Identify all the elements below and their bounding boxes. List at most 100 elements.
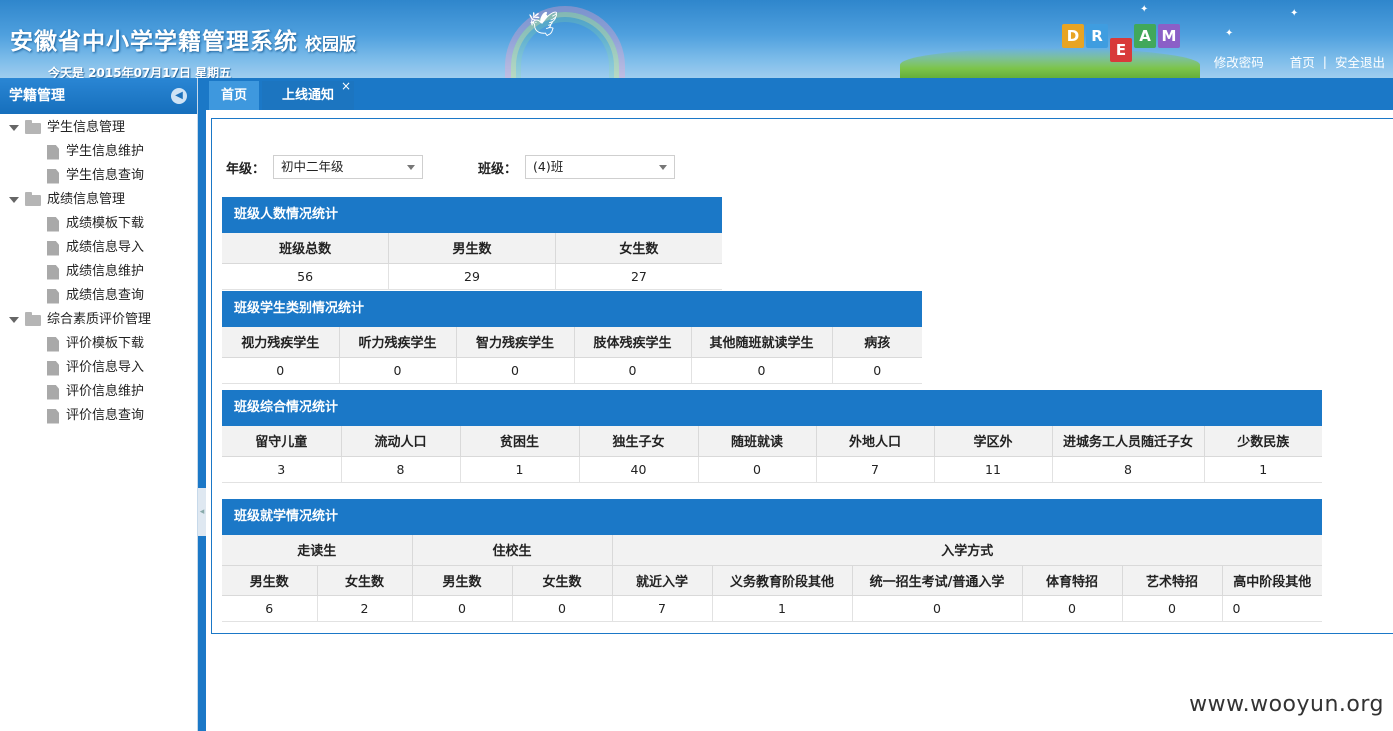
table-cell: 0 — [1122, 595, 1223, 622]
expand-triangle-icon[interactable] — [9, 317, 19, 323]
close-icon[interactable]: × — [341, 72, 351, 101]
table-header: 艺术特招 — [1122, 565, 1223, 596]
sidebar: 学籍管理 ◀ 学生信息管理 学生信息维护 学生信息查询 成绩信息管理 成绩模板下… — [0, 78, 198, 731]
table-header: 听力残疾学生 — [339, 327, 457, 358]
document-icon — [47, 240, 59, 256]
dove-icon: 🕊 — [528, 10, 559, 38]
tree-item-label: 成绩信息维护 — [66, 264, 145, 279]
overall-stats-section: 班级综合情况统计 留守儿童 流动人口 贫困生 独生子女 随班就读 外地人口 学区… — [222, 390, 1322, 483]
tab-label: 上线通知 — [281, 88, 334, 103]
table-cell: 0 — [456, 357, 575, 384]
table-row: 6 2 0 0 7 1 0 0 0 0 — [222, 595, 1323, 622]
expand-triangle-icon[interactable] — [9, 197, 19, 203]
collapse-left-icon[interactable]: ◀ — [171, 88, 187, 104]
tab-online-notice[interactable]: 上线通知 × — [262, 79, 354, 110]
tree-group-score-info[interactable]: 成绩信息管理 — [0, 188, 197, 212]
table-cell: 27 — [555, 263, 722, 290]
tree-item-score-import[interactable]: 成绩信息导入 — [0, 236, 197, 260]
document-icon — [47, 264, 59, 280]
table-cell: 8 — [1052, 456, 1205, 483]
tree-item-score-query[interactable]: 成绩信息查询 — [0, 284, 197, 308]
tree-item-label: 成绩模板下载 — [66, 216, 145, 231]
student-category-section: 班级学生类别情况统计 视力残疾学生 听力残疾学生 智力残疾学生 肢体残疾学生 其… — [222, 291, 922, 384]
filter-bar: 年级： 初中二年级 班级： (4)班 — [226, 155, 676, 179]
tree-item-label: 学生信息维护 — [66, 144, 145, 159]
table-cell: 0 — [222, 357, 340, 384]
table-cell: 7 — [816, 456, 935, 483]
tab-home[interactable]: 首页 — [209, 81, 259, 110]
table-cell: 7 — [612, 595, 713, 622]
document-icon — [47, 216, 59, 232]
table-cell: 56 — [222, 263, 390, 290]
dream-blocks: D R E A M — [1062, 24, 1180, 62]
table-cell: 0 — [574, 357, 692, 384]
table-group-header: 入学方式 — [612, 535, 1323, 566]
logout-link[interactable]: 安全退出 — [1335, 52, 1385, 71]
tree-item-eval-query[interactable]: 评价信息查询 — [0, 404, 197, 428]
tree-group-student-info[interactable]: 学生信息管理 — [0, 116, 197, 140]
table-cell: 0 — [339, 357, 457, 384]
table-header: 肢体残疾学生 — [574, 327, 692, 358]
splitter-grip-icon[interactable]: ◂ — [198, 488, 206, 536]
table-cell: 0 — [412, 595, 513, 622]
dream-letter: E — [1110, 38, 1132, 62]
change-password-link[interactable]: 修改密码 — [1214, 52, 1264, 71]
section-title: 班级就学情况统计 — [222, 499, 1322, 535]
tree-item-student-maintain[interactable]: 学生信息维护 — [0, 140, 197, 164]
table-cell: 0 — [698, 456, 817, 483]
table-header: 就近入学 — [612, 565, 713, 596]
tree-item-label: 评价信息导入 — [66, 360, 145, 375]
grade-label: 年级： — [226, 161, 266, 177]
table-header: 流动人口 — [341, 426, 461, 457]
tree-group-evaluation[interactable]: 综合素质评价管理 — [0, 308, 197, 332]
tree-group-label: 综合素质评价管理 — [47, 312, 152, 327]
app-title: 安徽省中小学学籍管理系统 — [10, 29, 298, 55]
sidebar-header: 学籍管理 ◀ — [0, 78, 197, 114]
tree-item-score-template[interactable]: 成绩模板下载 — [0, 212, 197, 236]
table-header: 高中阶段其他 — [1222, 565, 1323, 596]
sidebar-splitter[interactable]: ◂ — [198, 78, 206, 731]
tree-item-eval-template[interactable]: 评价模板下载 — [0, 332, 197, 356]
link-separator: | — [1322, 54, 1327, 69]
table-header: 学区外 — [934, 426, 1053, 457]
table-cell: 40 — [579, 456, 699, 483]
top-links: 修改密码 首页 | 安全退出 — [1214, 52, 1385, 71]
table-header: 少数民族 — [1204, 426, 1322, 457]
grade-select[interactable]: 初中二年级 — [273, 155, 424, 179]
tab-label: 首页 — [220, 88, 247, 103]
table-header: 班级总数 — [222, 233, 390, 264]
dream-letter: D — [1062, 24, 1084, 48]
rainbow-decoration — [505, 6, 625, 78]
folder-icon — [25, 311, 41, 326]
table-row: 0 0 0 0 0 0 — [222, 357, 922, 384]
table-cell: 0 — [1022, 595, 1123, 622]
class-count-table: 班级总数 男生数 女生数 56 29 27 — [222, 233, 722, 290]
tree-item-label: 评价模板下载 — [66, 336, 145, 351]
section-title: 班级人数情况统计 — [222, 197, 722, 233]
tree-group-label: 成绩信息管理 — [47, 192, 126, 207]
table-cell: 8 — [341, 456, 461, 483]
class-select[interactable]: (4)班 — [525, 155, 676, 179]
expand-triangle-icon[interactable] — [9, 125, 19, 131]
section-title: 班级学生类别情况统计 — [222, 291, 922, 327]
document-icon — [47, 144, 59, 160]
home-link[interactable]: 首页 — [1290, 52, 1315, 71]
document-icon — [47, 288, 59, 304]
chevron-down-icon[interactable] — [407, 165, 416, 170]
tree-item-eval-maintain[interactable]: 评价信息维护 — [0, 380, 197, 404]
dream-letter: A — [1134, 24, 1156, 48]
table-cell: 2 — [317, 595, 413, 622]
tree-item-student-query[interactable]: 学生信息查询 — [0, 164, 197, 188]
tree-item-eval-import[interactable]: 评价信息导入 — [0, 356, 197, 380]
document-icon — [47, 168, 59, 184]
tree-item-score-maintain[interactable]: 成绩信息维护 — [0, 260, 197, 284]
table-header: 病孩 — [832, 327, 922, 358]
table-header: 视力残疾学生 — [222, 327, 340, 358]
dream-letter: R — [1086, 24, 1108, 48]
star-icon: ✦ — [1225, 28, 1234, 39]
chevron-down-icon[interactable] — [659, 165, 668, 170]
tree-item-label: 学生信息查询 — [66, 168, 145, 183]
overall-stats-table: 留守儿童 流动人口 贫困生 独生子女 随班就读 外地人口 学区外 进城务工人员随… — [222, 426, 1322, 483]
nav-tree: 学生信息管理 学生信息维护 学生信息查询 成绩信息管理 成绩模板下载 成绩信息导… — [0, 114, 197, 428]
header-banner: 🕊 ✦ ✦ ✦ 安徽省中小学学籍管理系统 校园版 今天是 2015年07月17日… — [0, 0, 1393, 78]
